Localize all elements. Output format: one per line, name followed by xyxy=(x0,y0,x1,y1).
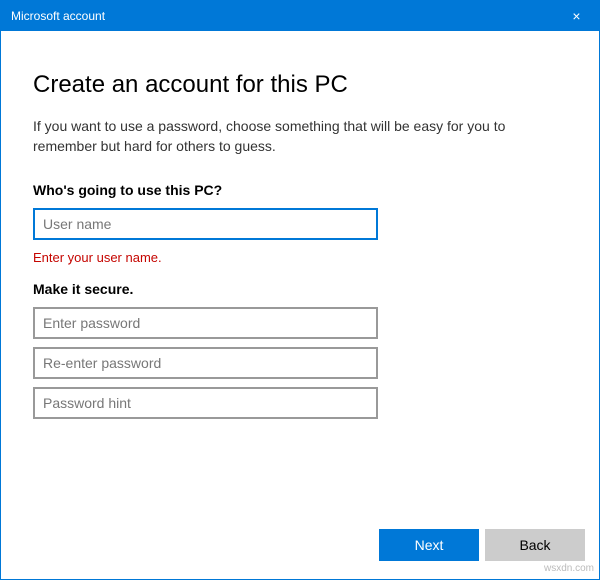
page-title: Create an account for this PC xyxy=(33,71,567,99)
confirm-password-input[interactable] xyxy=(33,347,378,379)
password-section-label: Make it secure. xyxy=(33,281,567,297)
content: Create an account for this PC If you wan… xyxy=(1,31,599,519)
section-username: Who's going to use this PC? Enter your u… xyxy=(33,182,567,279)
footer: Next Back xyxy=(1,519,599,579)
window-title: Microsoft account xyxy=(11,9,554,23)
window: Microsoft account × Create an account fo… xyxy=(0,0,600,580)
password-input[interactable] xyxy=(33,307,378,339)
titlebar: Microsoft account × xyxy=(1,1,599,31)
section-password: Make it secure. xyxy=(33,281,567,427)
password-hint-input[interactable] xyxy=(33,387,378,419)
username-input[interactable] xyxy=(33,208,378,240)
next-button[interactable]: Next xyxy=(379,529,479,561)
page-description: If you want to use a password, choose so… xyxy=(33,117,567,156)
username-section-label: Who's going to use this PC? xyxy=(33,182,567,198)
back-button[interactable]: Back xyxy=(485,529,585,561)
close-button[interactable]: × xyxy=(554,1,599,31)
username-error: Enter your user name. xyxy=(33,250,567,265)
close-icon: × xyxy=(572,8,580,24)
